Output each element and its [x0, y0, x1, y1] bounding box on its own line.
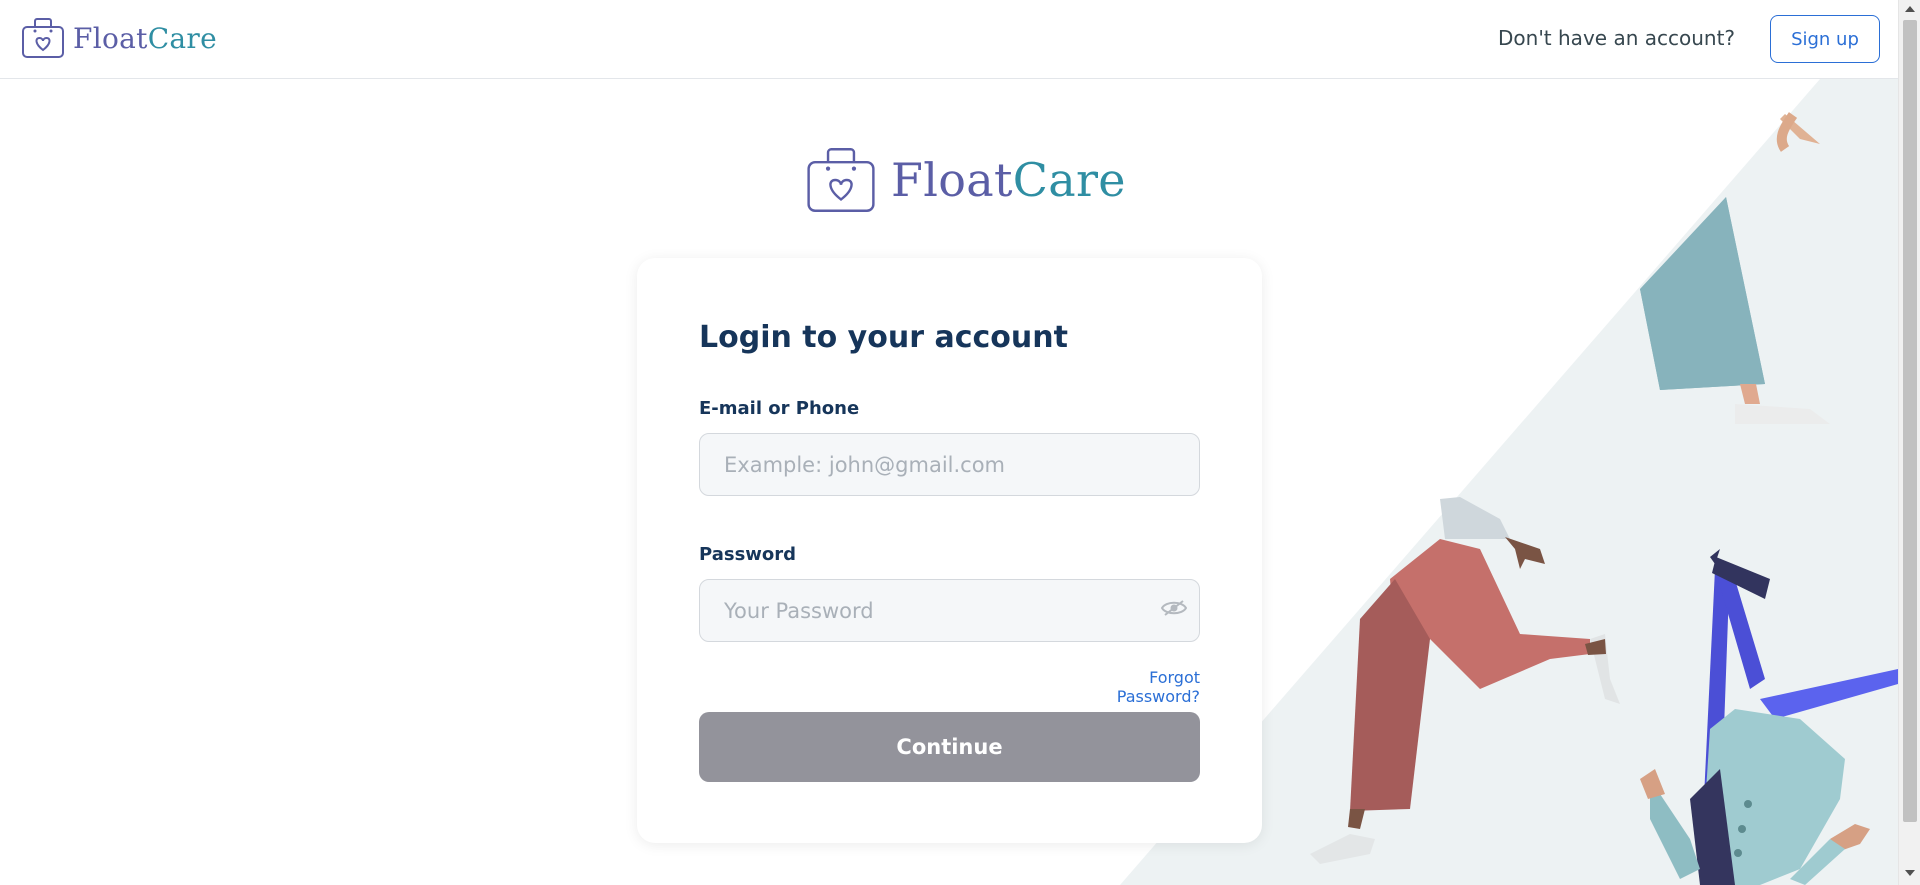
center-logo: FloatCare	[805, 146, 1126, 214]
scroll-up-arrow-icon[interactable]	[1905, 6, 1915, 12]
shopping-bag-heart-icon	[22, 18, 64, 58]
scroll-down-arrow-icon[interactable]	[1905, 870, 1915, 876]
continue-button[interactable]: Continue	[699, 712, 1200, 782]
brand-logo[interactable]: FloatCare	[21, 17, 217, 59]
email-field[interactable]	[699, 433, 1200, 496]
shopping-bag-heart-icon	[807, 148, 875, 212]
login-title: Login to your account	[699, 320, 1068, 355]
center-brand-name-part2: Care	[1012, 153, 1126, 207]
center-brand-name: FloatCare	[891, 153, 1126, 207]
no-account-text: Don't have an account?	[1498, 26, 1736, 50]
brand-name: FloatCare	[73, 22, 217, 55]
email-label: E-mail or Phone	[699, 398, 860, 419]
forgot-password-link[interactable]: Forgot Password?	[1067, 668, 1200, 706]
brand-name-part1: Float	[73, 21, 148, 55]
top-header: FloatCare Don't have an account? Sign up	[0, 0, 1898, 79]
eye-icon[interactable]	[1161, 599, 1187, 617]
scroll-thumb[interactable]	[1903, 20, 1917, 822]
signup-button[interactable]: Sign up	[1770, 15, 1880, 63]
page-scrollbar[interactable]	[1898, 0, 1920, 885]
password-label: Password	[699, 544, 797, 565]
brand-name-part2: Care	[147, 21, 217, 55]
center-brand-name-part1: Float	[891, 153, 1013, 207]
login-card: Login to your account E-mail or Phone Pa…	[637, 258, 1262, 843]
password-field[interactable]	[699, 579, 1200, 642]
